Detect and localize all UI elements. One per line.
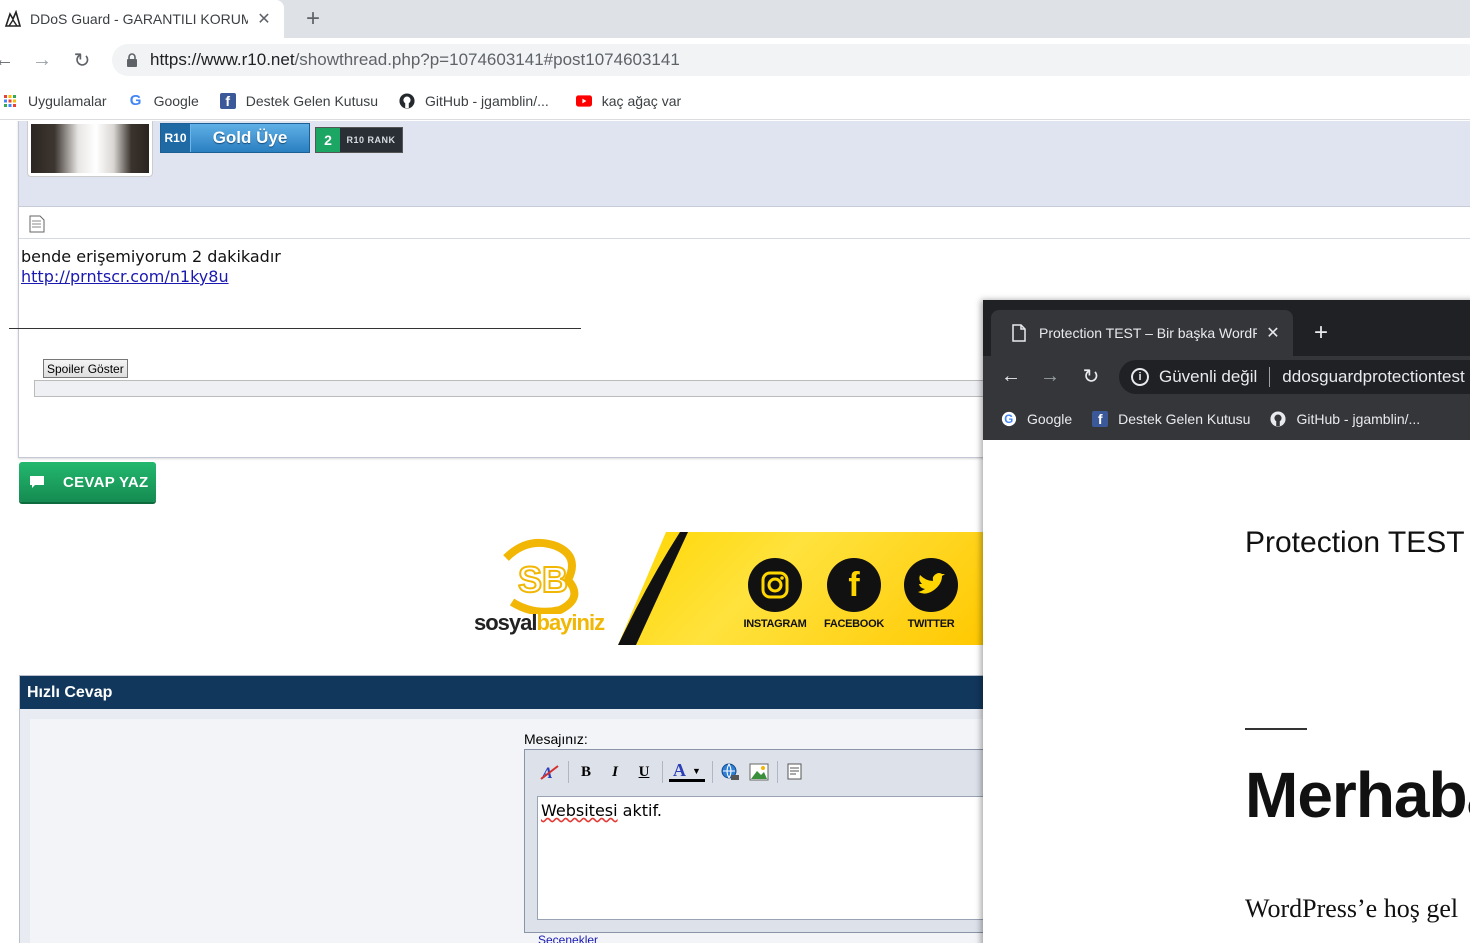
back-arrow-icon[interactable]: ←: [0, 48, 16, 72]
post-icon-row: [19, 207, 1470, 239]
text-color-button[interactable]: A ▼: [669, 760, 705, 782]
front-address-bar[interactable]: i Güvenli değil ddosguardprotectiontest: [1119, 360, 1470, 394]
r10-rank-badge: 2 R10 RANK: [315, 127, 403, 153]
social-instagram[interactable]: INSTAGRAM: [730, 558, 820, 630]
page-favicon-icon: [1012, 324, 1026, 342]
close-icon[interactable]: ✕: [1263, 323, 1283, 343]
bookmark-google[interactable]: G Google: [1001, 411, 1072, 427]
bookmark-github[interactable]: GitHub - jgamblin/...: [1270, 411, 1420, 427]
info-icon: i: [1131, 368, 1149, 386]
post-message-text: bende erişemiyorum 2 dakikadır: [21, 247, 281, 266]
post-message-link[interactable]: http://prntscr.com/n1ky8u: [21, 267, 229, 286]
quote-icon[interactable]: [784, 761, 806, 783]
sosyalbayiniz-banner[interactable]: SB sosyalbayiniz INSTAGRAM f FACEBOOK TW…: [468, 532, 988, 645]
facebook-icon: f: [219, 92, 236, 109]
reload-icon[interactable]: ↻: [1079, 364, 1103, 388]
site-title[interactable]: Protection TEST –: [1245, 526, 1470, 560]
remove-format-icon[interactable]: A: [539, 761, 561, 783]
facebook-icon: f: [827, 558, 881, 612]
bold-button[interactable]: B: [575, 761, 597, 783]
back-toolbar: ← → ↻ https://www.r10.net/showthread.php…: [0, 38, 1470, 82]
back-tab-ddos-guard[interactable]: DDoS Guard - GARANTILI KORUMA ✕: [0, 0, 284, 38]
bookmark-google[interactable]: G Google: [128, 92, 199, 109]
social-twitter[interactable]: TWITTER: [886, 558, 976, 630]
editor-toolbar: A B I U A▼: [525, 750, 993, 794]
avatar[interactable]: [27, 121, 153, 177]
post-heading[interactable]: Merhaba: [1245, 758, 1470, 832]
new-tab-button[interactable]: +: [1308, 320, 1334, 346]
front-bookmarks-bar: G Google f Destek Gelen Kutusu GitHub - …: [983, 398, 1470, 440]
chevron-down-icon: ▼: [692, 765, 701, 776]
front-url-text: ddosguardprotectiontest: [1282, 367, 1465, 386]
github-icon: [1270, 411, 1287, 427]
comment-icon: [19, 462, 55, 502]
title-rule: [1245, 728, 1307, 730]
post-message: bende erişemiyorum 2 dakikadır http://pr…: [21, 247, 281, 287]
back-tabstrip: DDoS Guard - GARANTILI KORUMA ✕ +: [0, 0, 1470, 38]
reload-icon[interactable]: ↻: [70, 48, 94, 72]
post-excerpt: WordPress’e hoş gel: [1245, 894, 1459, 923]
options-link[interactable]: Seçenekler: [538, 933, 598, 943]
insert-image-icon[interactable]: [748, 761, 770, 783]
underline-button[interactable]: U: [633, 761, 655, 783]
castle-favicon-icon: [4, 10, 22, 28]
front-browser-window: Protection TEST – Bir başka WordPress si…: [983, 300, 1470, 943]
google-icon: G: [129, 92, 142, 109]
back-bookmarks-bar: Uygulamalar G Google f Destek Gelen Kutu…: [0, 82, 1470, 120]
bookmark-destek[interactable]: f Destek Gelen Kutusu: [1092, 411, 1250, 427]
front-tab-protection-test[interactable]: Protection TEST – Bir başka WordPress si…: [991, 310, 1293, 356]
url-text: https://www.r10.net/showthread.php?p=107…: [150, 50, 680, 69]
back-tab-title: DDoS Guard - GARANTILI KORUMA: [30, 11, 248, 27]
twitter-icon: [904, 558, 958, 612]
not-secure-label: Güvenli değil: [1159, 367, 1258, 386]
message-editor: A B I U A▼ Websitesi aktif.: [524, 749, 994, 933]
new-tab-button[interactable]: +: [300, 6, 326, 32]
spoiler-show-button[interactable]: Spoiler Göster: [43, 359, 128, 378]
bookmark-destek[interactable]: f Destek Gelen Kutusu: [219, 92, 378, 109]
svg-text:G: G: [1004, 414, 1013, 426]
front-tab-title: Protection TEST – Bir başka WordPress si…: [1039, 325, 1257, 341]
message-textarea[interactable]: Websitesi aktif.: [537, 796, 993, 920]
message-label: Mesajınız:: [524, 731, 588, 747]
apps-grid-icon: [2, 93, 18, 109]
instagram-icon: [748, 558, 802, 612]
banner-brand: sosyalbayiniz: [474, 610, 605, 635]
close-icon[interactable]: ✕: [254, 9, 274, 29]
reply-button[interactable]: CEVAP YAZ: [19, 462, 156, 502]
facebook-icon: f: [1092, 411, 1109, 427]
document-icon: [29, 215, 45, 233]
insert-link-icon[interactable]: [719, 761, 741, 783]
bookmark-apps[interactable]: Uygulamalar: [2, 93, 107, 109]
google-icon: G: [1001, 411, 1017, 427]
back-arrow-icon[interactable]: ←: [999, 364, 1023, 388]
bookmark-github[interactable]: GitHub - jgamblin/...: [399, 93, 549, 109]
forward-arrow-icon[interactable]: →: [1038, 364, 1062, 388]
forward-arrow-icon[interactable]: →: [30, 48, 54, 72]
wordpress-page: Protection TEST – Merhaba WordPress’e ho…: [983, 440, 1470, 943]
svg-text:SB: SB: [518, 559, 568, 600]
signature-separator: [9, 328, 581, 329]
sb-logo-icon: SB: [503, 539, 579, 614]
lock-icon: [127, 53, 137, 67]
italic-button[interactable]: I: [604, 761, 626, 783]
github-icon: [399, 92, 415, 109]
post-user-header: R10 Gold Üye 2 R10 RANK: [19, 121, 1470, 207]
youtube-icon: [575, 93, 592, 109]
address-bar[interactable]: https://www.r10.net/showthread.php?p=107…: [112, 44, 1470, 76]
bookmark-youtube[interactable]: kaç ağaç var: [575, 93, 681, 109]
front-tabstrip: Protection TEST – Bir başka WordPress si…: [983, 300, 1470, 356]
front-toolbar: ← → ↻ i Güvenli değil ddosguardprotectio…: [983, 356, 1470, 398]
user-rank-badge: R10 Gold Üye: [160, 123, 310, 153]
